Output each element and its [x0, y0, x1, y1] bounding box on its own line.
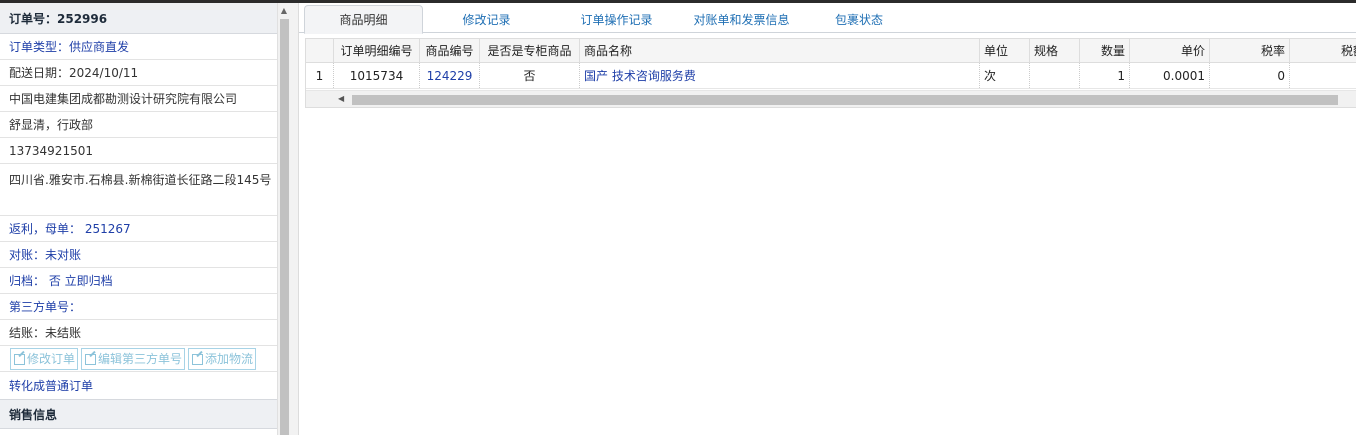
grid-header: 订单明细编号 商品编号 是否是专柜商品 商品名称 单位 规格 数量 单价 税率 …: [306, 39, 1356, 63]
quantity-cell: 1: [1080, 63, 1130, 88]
edit-order-button[interactable]: 修改订单: [10, 347, 79, 370]
col-header-unit-price[interactable]: 单价: [1130, 39, 1210, 62]
tab-product-details[interactable]: 商品明细: [304, 5, 423, 34]
settlement-status: 结账：未结账: [0, 320, 277, 346]
horizontal-scrollbar-thumb[interactable]: [352, 95, 1338, 105]
tab-package-status[interactable]: 包裹状态: [819, 5, 899, 33]
company-name: 中国电建集团成都勘测设计研究院有限公司: [0, 86, 277, 112]
phone-number: 13734921501: [0, 138, 277, 164]
col-header-counter-product[interactable]: 是否是专柜商品: [480, 39, 580, 62]
product-id-link[interactable]: 124229: [420, 63, 480, 88]
grid-horizontal-scrollbar[interactable]: ◀: [306, 90, 1356, 107]
panel-splitter[interactable]: [290, 3, 299, 435]
unit-cell: 次: [980, 63, 1030, 88]
archive-status[interactable]: 归档： 否 立即归档: [0, 268, 277, 294]
tab-reconciliation-invoice[interactable]: 对账单和发票信息: [679, 5, 804, 33]
col-header-product-name[interactable]: 商品名称: [580, 39, 980, 62]
table-row[interactable]: 1 1015734 124229 否 国产 技术咨询服务费 次 1 0.0001…: [306, 63, 1356, 89]
tab-bar: 商品明细 修改记录 订单操作记录 对账单和发票信息 包裹状态: [299, 3, 1356, 34]
action-buttons: 修改订单 编辑第三方单号 添加物流: [0, 346, 277, 372]
col-header-detail-id[interactable]: 订单明细编号: [334, 39, 420, 62]
col-header-spec[interactable]: 规格: [1030, 39, 1080, 62]
edit-third-party-number-button[interactable]: 编辑第三方单号: [81, 347, 186, 370]
row-number: 1: [306, 63, 334, 88]
order-info-panel: 订单号：252996 订单类型：供应商直发 配送日期：2024/10/11 中国…: [0, 3, 277, 435]
edit-icon: [84, 352, 97, 365]
product-name-link[interactable]: 国产 技术咨询服务费: [580, 63, 980, 88]
counter-product-cell: 否: [480, 63, 580, 88]
scroll-up-arrow-icon[interactable]: ▲: [278, 3, 290, 17]
col-header-unit[interactable]: 单位: [980, 39, 1030, 62]
order-number-header: 订单号：252996: [0, 3, 277, 34]
edit-icon: [191, 352, 204, 365]
sales-info-header[interactable]: 销售信息: [0, 399, 277, 429]
scrollbar-thumb[interactable]: [280, 19, 289, 435]
edit-icon: [13, 352, 26, 365]
convert-to-normal-order-link[interactable]: 转化成普通订单: [0, 372, 277, 399]
unit-price-cell: 0.0001: [1130, 63, 1210, 88]
product-grid: 订单明细编号 商品编号 是否是专柜商品 商品名称 单位 规格 数量 单价 税率 …: [305, 38, 1356, 108]
detail-id-cell: 1015734: [334, 63, 420, 88]
tab-modification-log[interactable]: 修改记录: [439, 5, 534, 33]
reconciliation-status: 对账：未对账: [0, 242, 277, 268]
delivery-date: 配送日期：2024/10/11: [0, 60, 277, 86]
detail-panel: 商品明细 修改记录 订单操作记录 对账单和发票信息 包裹状态 订单明细编号 商品…: [299, 3, 1356, 435]
rebate-parent-order[interactable]: 返利，母单： 251267: [0, 216, 277, 242]
left-scrollbar[interactable]: ▲: [277, 3, 290, 435]
col-header-tax-rate[interactable]: 税率: [1210, 39, 1290, 62]
col-header-tax-amount[interactable]: 税额: [1290, 39, 1356, 62]
spec-cell: [1030, 63, 1080, 88]
tax-rate-cell: 0: [1210, 63, 1290, 88]
tax-amount-cell: [1290, 63, 1356, 88]
col-header-rownum: [306, 39, 334, 62]
add-logistics-button[interactable]: 添加物流: [188, 347, 257, 370]
col-header-quantity[interactable]: 数量: [1080, 39, 1130, 62]
order-type: 订单类型：供应商直发: [0, 34, 277, 60]
contact-department: 舒显清，行政部: [0, 112, 277, 138]
col-header-product-id[interactable]: 商品编号: [420, 39, 480, 62]
third-party-order-number: 第三方单号：: [0, 294, 277, 320]
delivery-address: 四川省.雅安市.石棉县.新棉街道长征路二段145号: [0, 164, 277, 216]
scroll-left-arrow-icon[interactable]: ◀: [338, 94, 344, 103]
tab-order-operation-log[interactable]: 订单操作记录: [559, 5, 674, 33]
